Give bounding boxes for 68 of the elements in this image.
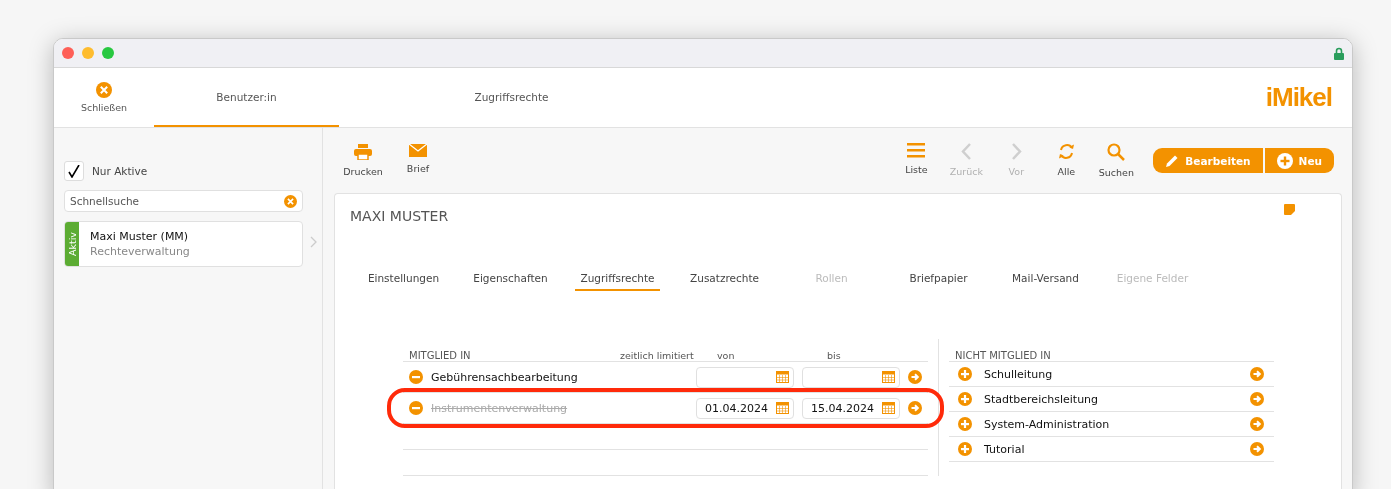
toolbar-button[interactable]: Alle [1041,143,1092,178]
group-name: Gebührensachbearbeitung [431,370,579,384]
toolbar-button[interactable]: Brief [393,144,443,177]
record-title: MAXI MUSTER [350,208,449,224]
group-name: Tutorial [984,442,1026,456]
status-badge: Aktiv [65,222,79,266]
date-field[interactable]: 15.04.2024 [802,397,900,419]
date-field[interactable]: 01.04.2024 [696,397,794,419]
arrow-right-icon[interactable] [908,370,922,384]
calendar-icon[interactable] [776,402,789,414]
menu-icon[interactable] [907,143,926,158]
arrow-right-icon[interactable] [1250,367,1264,381]
date-field[interactable] [696,366,794,388]
checkbox[interactable] [64,161,84,181]
section-heading: NICHT MITGLIED IN [955,350,1051,361]
toolbar-button[interactable]: Liste [891,143,942,178]
section-heading: MITGLIED IN [409,350,472,361]
remove-icon[interactable] [409,370,423,384]
remove-icon[interactable] [409,401,423,415]
chevron-right-icon [310,236,317,248]
printer-icon[interactable] [354,144,372,160]
tab[interactable]: Zugriffsrechte [575,272,660,291]
close-button[interactable]: Schließen [54,68,154,127]
tab[interactable]: Briefpapier [896,272,981,291]
search-field[interactable]: Schnellsuche [64,190,303,212]
list-item[interactable]: Aktiv Maxi Muster (MM) Rechteverwaltung [64,221,303,267]
tab[interactable]: Eigenschaften [468,272,553,291]
group-name: Instrumentenverwaltung [431,401,569,415]
column-header: von [716,350,736,361]
plus-circle-icon [1276,152,1293,169]
column-header: zeitlich limitiert [620,350,695,361]
add-icon[interactable] [958,392,972,406]
search-icon[interactable] [1107,143,1126,161]
column-header: bis [826,350,842,361]
item-name: Maxi Muster (MM) [90,230,190,243]
calendar-icon[interactable] [776,371,789,383]
refresh-icon[interactable] [1057,143,1075,160]
close-window-button[interactable] [62,47,74,59]
arrow-right-icon[interactable] [1250,417,1264,431]
envelope-icon[interactable] [409,144,427,157]
date-field[interactable] [802,366,900,388]
padlock-icon [1334,46,1344,60]
group-name: Schulleitung [984,367,1054,381]
tab[interactable]: Mail-Versand [1003,272,1088,291]
search-button[interactable]: Suchen [1091,143,1142,178]
add-icon[interactable] [958,442,972,456]
item-subtitle: Rechteverwaltung [90,245,190,258]
zoom-window-button[interactable] [102,47,114,59]
add-icon[interactable] [958,417,972,431]
clear-icon[interactable] [284,194,297,208]
tab[interactable]: Zusatzrechte [682,272,767,291]
arrow-right-icon[interactable] [1250,392,1264,406]
note-icon[interactable] [1284,204,1295,215]
pencil-icon [1165,153,1180,168]
arrow-right-icon[interactable] [1250,442,1264,456]
tab[interactable]: Zugriffsrechte [419,68,604,127]
group-name: Stadtbereichsleitung [984,392,1100,406]
arrow-right-icon[interactable] [908,401,922,415]
logo: iMikel [1265,82,1332,113]
toolbar-button[interactable]: Drucken [338,144,388,177]
group-name: System-Administration [984,417,1111,431]
checkbox-label: Nur Aktive [92,165,148,177]
minimize-window-button[interactable] [82,47,94,59]
close-icon [96,82,112,98]
calendar-icon[interactable] [882,402,895,414]
tab[interactable]: Einstellungen [361,272,446,291]
add-icon[interactable] [958,367,972,381]
calendar-icon[interactable] [882,371,895,383]
